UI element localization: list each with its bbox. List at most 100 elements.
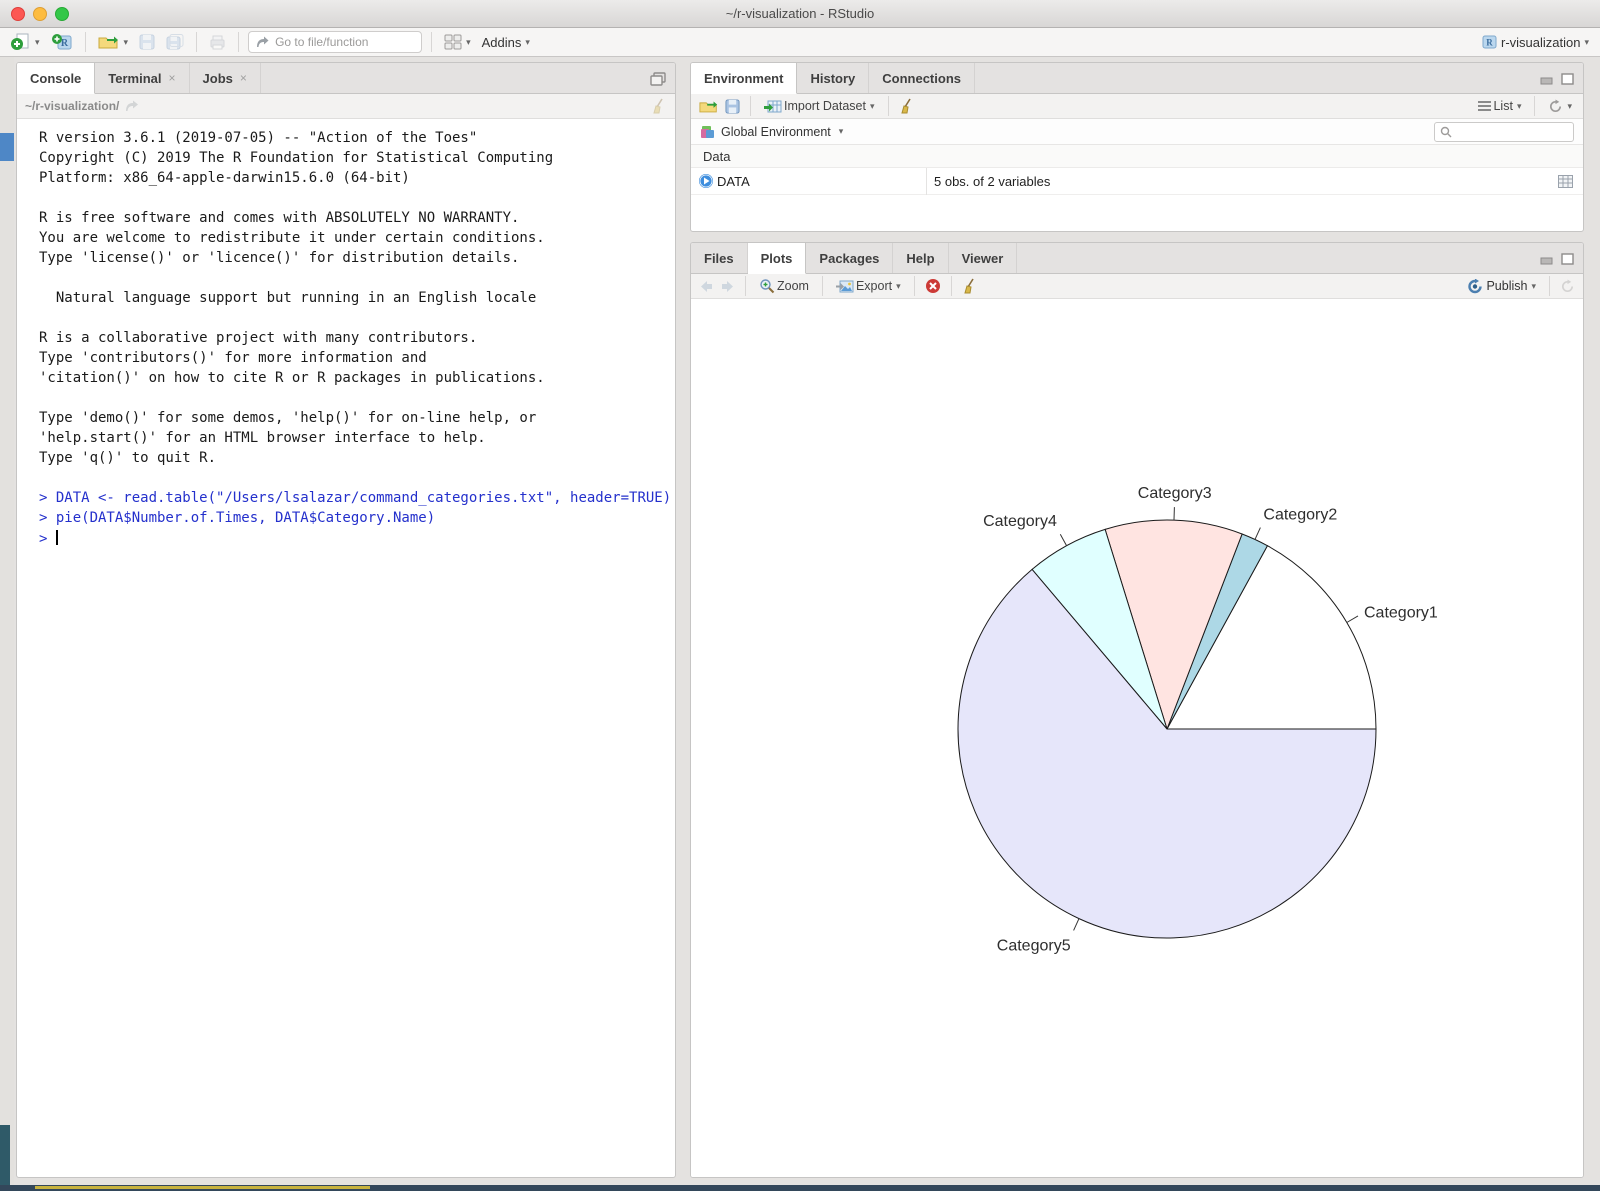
global-environment-label[interactable]: Global Environment: [721, 125, 831, 139]
text-cursor: [56, 530, 58, 545]
open-file-caret-icon: ▾: [124, 37, 129, 48]
tab-history[interactable]: History: [797, 63, 869, 93]
plots-pane: Files Plots Packages Help Viewer: [690, 242, 1584, 1178]
console-output-line: Copyright (C) 2019 The R Foundation for …: [39, 150, 675, 170]
svg-text:R: R: [1486, 38, 1493, 48]
clear-console-icon[interactable]: [651, 98, 667, 114]
console-tabbar: Console Terminal × Jobs ×: [17, 63, 675, 94]
environment-search[interactable]: [1434, 122, 1574, 142]
open-file-button[interactable]: ▾: [95, 32, 132, 52]
tab-close-icon[interactable]: ×: [240, 71, 247, 85]
previous-plot-icon[interactable]: [699, 280, 714, 293]
environment-toolbar: Import Dataset ▾ List ▾ ▾: [691, 94, 1583, 119]
background-teal-edge: [0, 1125, 10, 1185]
environment-search-input[interactable]: [1456, 125, 1566, 139]
goto-directory-icon[interactable]: [125, 100, 139, 112]
console-path-bar: ~/r-visualization/: [17, 94, 675, 119]
new-file-icon: [11, 33, 31, 51]
console-output-line: R is free software and comes with ABSOLU…: [39, 210, 675, 230]
tab-close-icon[interactable]: ×: [169, 71, 176, 85]
console-prompt-line[interactable]: >: [39, 530, 675, 550]
minimize-pane-icon[interactable]: [1540, 253, 1554, 265]
minimize-pane-icon[interactable]: [1540, 73, 1554, 85]
new-file-button[interactable]: ▾: [8, 31, 43, 53]
environment-pane: Environment History Connections Import D…: [690, 62, 1584, 232]
refresh-icon: [1548, 99, 1563, 114]
view-table-icon[interactable]: [1558, 175, 1573, 188]
search-icon: [1440, 126, 1452, 138]
rstudio-window: ~/r-visualization - RStudio ▾ R ▾: [0, 0, 1600, 1191]
remove-plot-icon[interactable]: [925, 278, 941, 294]
import-dataset-caret-icon: ▾: [870, 101, 875, 112]
expand-object-icon[interactable]: [698, 173, 714, 189]
console-output-line: Platform: x86_64-apple-darwin15.6.0 (64-…: [39, 170, 675, 190]
tab-environment[interactable]: Environment: [691, 63, 797, 94]
goto-file-input[interactable]: [275, 35, 405, 49]
save-button[interactable]: [136, 32, 158, 52]
environment-scope-row: Global Environment ▾: [691, 119, 1583, 145]
next-plot-icon[interactable]: [720, 280, 735, 293]
object-name: DATA: [717, 174, 750, 189]
save-all-button[interactable]: [163, 32, 187, 52]
addins-caret-icon: ▾: [525, 37, 530, 48]
tab-terminal[interactable]: Terminal ×: [95, 63, 189, 93]
print-icon: [209, 35, 226, 50]
refresh-plot-icon[interactable]: [1560, 279, 1575, 294]
clear-environment-icon[interactable]: [899, 98, 915, 114]
workspace-panes-button[interactable]: ▾: [441, 32, 474, 52]
tab-files[interactable]: Files: [691, 243, 748, 273]
pie-label-tick: [1255, 528, 1260, 540]
console-output-line: [39, 470, 675, 490]
addins-button[interactable]: Addins ▾: [479, 33, 533, 52]
plots-tabbar: Files Plots Packages Help Viewer: [691, 243, 1583, 274]
save-all-icon: [166, 34, 184, 50]
console-output-line: 'citation()' on how to cite R or R packa…: [39, 370, 675, 390]
environment-view-button[interactable]: List ▾: [1475, 97, 1524, 115]
environment-tabbar: Environment History Connections: [691, 63, 1583, 94]
pie-label-tick: [1060, 534, 1066, 545]
console-output-line: R is a collaborative project with many c…: [39, 330, 675, 350]
tab-console-label: Console: [30, 71, 81, 86]
import-dataset-label: Import Dataset: [784, 99, 866, 113]
pie-label-tick: [1074, 919, 1079, 931]
maximize-pane-icon[interactable]: [1561, 253, 1574, 265]
project-caret-icon: ▾: [1584, 37, 1589, 48]
environment-entry-row[interactable]: DATA 5 obs. of 2 variables: [691, 168, 1583, 195]
goto-file-search[interactable]: [248, 31, 422, 53]
save-workspace-icon[interactable]: [725, 99, 740, 114]
load-workspace-icon[interactable]: [699, 99, 719, 114]
clear-all-plots-icon[interactable]: [962, 278, 978, 294]
tab-viewer[interactable]: Viewer: [949, 243, 1018, 273]
console-command-line: > DATA <- read.table("/Users/lsalazar/co…: [39, 490, 675, 510]
tab-jobs[interactable]: Jobs ×: [190, 63, 261, 93]
object-description: 5 obs. of 2 variables: [934, 174, 1050, 189]
console-output-line: [39, 190, 675, 210]
tab-packages[interactable]: Packages: [806, 243, 893, 273]
console-output-line: [39, 270, 675, 290]
global-environment-icon: [700, 125, 715, 139]
import-dataset-button[interactable]: Import Dataset ▾: [761, 97, 878, 116]
tab-plots[interactable]: Plots: [748, 243, 807, 274]
panes-grid-icon: [444, 34, 462, 50]
refresh-environment-button[interactable]: ▾: [1545, 97, 1575, 116]
maximize-pane-icon[interactable]: [1561, 73, 1574, 85]
console-output-line: 'help.start()' for an HTML browser inter…: [39, 430, 675, 450]
tab-help[interactable]: Help: [893, 243, 948, 273]
goto-arrow-icon: [256, 36, 269, 48]
new-project-button[interactable]: R: [48, 31, 76, 53]
list-view-icon: [1478, 99, 1491, 113]
plot-canvas: Category1Category2Category3Category4Cate…: [691, 300, 1583, 1177]
project-menu-button[interactable]: R r-visualization ▾: [1478, 32, 1592, 52]
console-output-line: Natural language support but running in …: [39, 290, 675, 310]
tab-console[interactable]: Console: [17, 63, 95, 94]
tab-connections[interactable]: Connections: [869, 63, 975, 93]
console-output-line: You are welcome to redistribute it under…: [39, 230, 675, 250]
publish-icon: [1467, 279, 1484, 294]
maximize-pane-icon[interactable]: [650, 72, 666, 86]
pie-label-tick: [1347, 616, 1358, 623]
print-button[interactable]: [206, 33, 229, 52]
list-view-label: List: [1493, 99, 1512, 113]
export-plot-button[interactable]: Export ▾: [833, 277, 904, 296]
zoom-plot-button[interactable]: Zoom: [756, 276, 812, 296]
publish-plot-button[interactable]: Publish ▾: [1464, 277, 1539, 296]
